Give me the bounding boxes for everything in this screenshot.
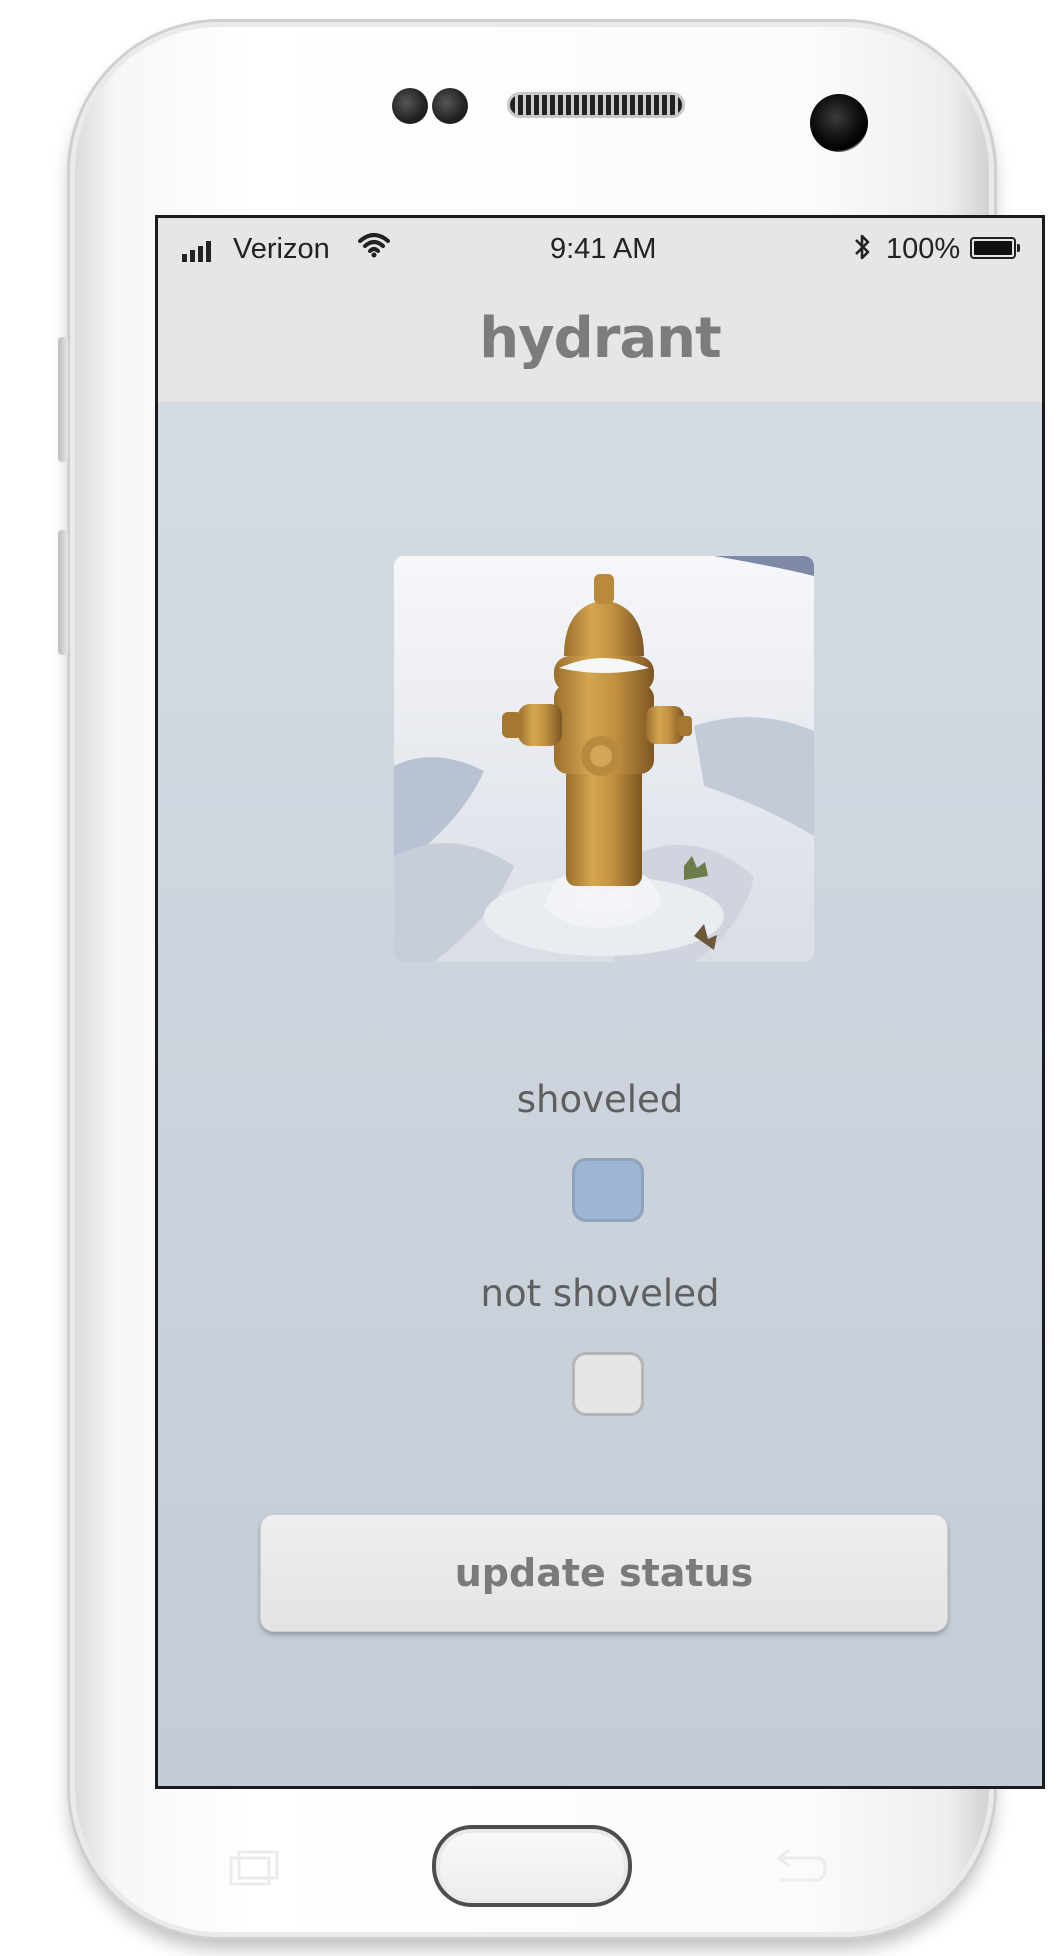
volume-down-button <box>58 530 68 655</box>
home-button <box>432 1825 632 1907</box>
signal-icon <box>182 240 211 262</box>
phone-frame: Verizon 9:41 AM 100% hydrant shoveled no… <box>58 22 1045 1937</box>
sensor-dot <box>392 88 428 124</box>
page-title: hydrant <box>479 306 722 371</box>
status-bar: Verizon 9:41 AM 100% <box>158 218 1042 278</box>
battery-icon <box>970 237 1020 259</box>
bluetooth-icon <box>855 234 870 260</box>
hydrant-photo <box>394 556 814 962</box>
battery-percentage: 100% <box>886 233 961 265</box>
shoveled-checkbox[interactable] <box>572 1158 644 1222</box>
front-sensors <box>392 88 468 124</box>
update-status-button[interactable]: update status <box>260 1514 948 1632</box>
app-screen: Verizon 9:41 AM 100% hydrant shoveled no… <box>155 215 1045 1789</box>
earpiece-speaker <box>507 92 685 118</box>
volume-up-button <box>58 337 68 462</box>
app-header: hydrant <box>158 278 1042 402</box>
shoveled-label: shoveled <box>516 1078 684 1121</box>
not-shoveled-checkbox[interactable] <box>572 1352 644 1416</box>
fire-hydrant-in-snow-image <box>394 556 814 962</box>
front-camera-icon <box>810 94 868 152</box>
not-shoveled-label: not shoveled <box>480 1272 720 1315</box>
recent-apps-icon <box>229 1850 279 1886</box>
carrier-label: Verizon <box>233 233 330 265</box>
back-icon <box>776 1848 827 1882</box>
clock-time: 9:41 AM <box>550 233 657 265</box>
wifi-icon <box>358 233 390 258</box>
device-stage: Verizon 9:41 AM 100% hydrant shoveled no… <box>0 0 1064 1956</box>
sensor-dot <box>432 88 468 124</box>
